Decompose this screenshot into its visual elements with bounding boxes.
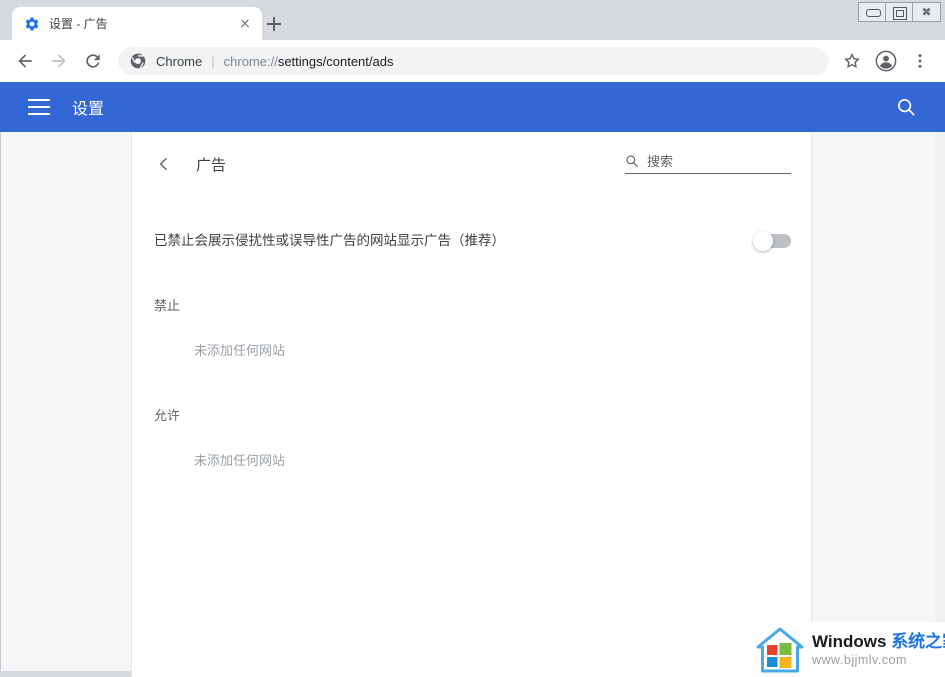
page-title: 设置 (72, 101, 105, 118)
block-section-empty-text: 未添加任何网站 (194, 343, 286, 358)
browser-window: 设置 - 广告 ✖ Chrome | chrome://settings/con… (0, 0, 945, 677)
search-icon[interactable] (895, 96, 917, 118)
browser-tab[interactable]: 设置 - 广告 (12, 7, 262, 40)
toggle-knob (753, 231, 773, 251)
chrome-icon (130, 53, 146, 69)
reload-icon[interactable] (79, 47, 107, 75)
search-icon (625, 154, 639, 168)
address-bar[interactable]: Chrome | chrome://settings/content/ads (118, 47, 829, 75)
minimize-button[interactable] (859, 3, 886, 21)
browser-toolbar: Chrome | chrome://settings/content/ads (0, 40, 945, 82)
watermark-text: Windows 系统之家 www.bjjmlv.com (812, 632, 945, 668)
browser-menu-icon[interactable] (906, 47, 934, 75)
gear-icon (24, 16, 40, 32)
allow-section-empty-text: 未添加任何网站 (194, 453, 286, 468)
new-tab-button[interactable] (262, 12, 286, 36)
search-input[interactable] (647, 154, 777, 169)
ads-toggle-label: 已禁止会展示侵扰性或误导性广告的网站显示广告（推荐） (154, 233, 505, 248)
windows-house-icon (754, 625, 806, 675)
omnibox-separator: | (211, 53, 215, 69)
close-window-button[interactable]: ✖ (913, 3, 940, 21)
tab-title: 设置 - 广告 (49, 16, 108, 31)
close-icon[interactable] (236, 15, 254, 33)
tab-strip: 设置 - 广告 ✖ (0, 0, 945, 40)
settings-search-field[interactable] (625, 154, 791, 174)
window-controls: ✖ (858, 2, 941, 22)
watermark-brand-cn: 系统之家 (891, 631, 945, 651)
ads-toggle-row[interactable]: 已禁止会展示侵扰性或误导性广告的网站显示广告（推荐） (132, 214, 813, 268)
content-header: 广告 (132, 132, 813, 196)
maximize-button[interactable] (886, 3, 913, 21)
omnibox-url: chrome://settings/content/ads (224, 54, 394, 69)
back-icon[interactable] (11, 47, 39, 75)
watermark: Windows 系统之家 www.bjjmlv.com (754, 622, 945, 677)
forward-icon[interactable] (45, 47, 73, 75)
omnibox-url-path: settings/content/ads (277, 53, 394, 69)
omnibox-url-prefix: chrome:// (223, 53, 278, 69)
ads-toggle-switch[interactable] (753, 231, 791, 251)
watermark-brand-en: Windows (812, 631, 892, 651)
allow-section: 允许 未添加任何网站 (132, 390, 813, 480)
settings-content-card: 广告 已禁止会展示侵扰性或误导性广告的网站显示广告（推荐） 禁止 未添加任何网站 (131, 132, 812, 677)
watermark-brand: Windows 系统之家 (812, 632, 945, 652)
page-scrollbar[interactable] (935, 132, 945, 677)
allow-section-title: 允许 (154, 408, 181, 423)
content-title: 广告 (196, 156, 227, 174)
profile-avatar-icon[interactable] (872, 47, 900, 75)
hamburger-menu-icon[interactable] (28, 99, 50, 115)
block-section-title: 禁止 (154, 298, 181, 313)
block-section: 禁止 未添加任何网站 (132, 280, 813, 370)
bookmark-star-icon[interactable] (838, 47, 866, 75)
settings-header-bar: 设置 (0, 82, 945, 132)
back-arrow-icon[interactable] (154, 154, 174, 174)
watermark-url: www.bjjmlv.com (812, 652, 907, 667)
omnibox-scheme-label: Chrome (156, 53, 203, 69)
